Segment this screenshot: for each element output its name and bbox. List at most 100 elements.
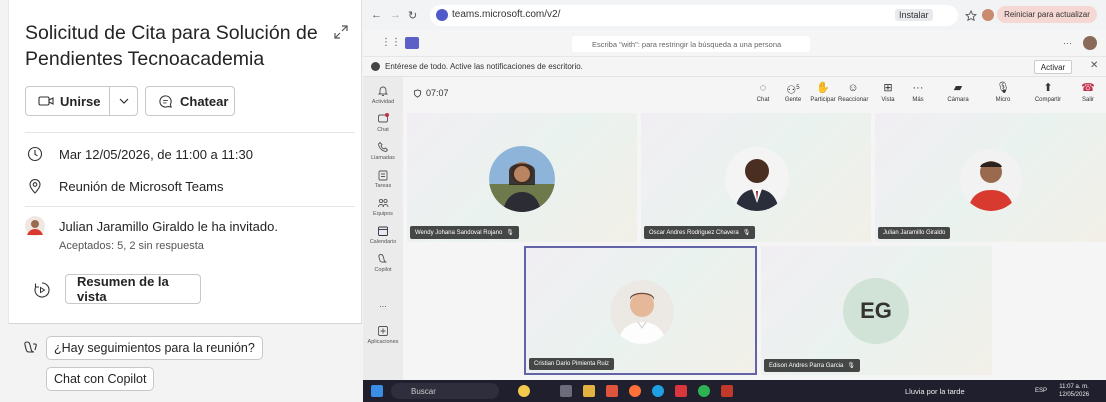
toolbar-label: Vista — [881, 97, 895, 103]
event-datetime: Mar 12/05/2026, de 11:00 a 11:30 — [59, 146, 253, 162]
expand-icon[interactable] — [333, 24, 349, 40]
clock-icon — [25, 144, 45, 164]
back-icon[interactable]: ← — [371, 9, 382, 21]
rail-item-activity[interactable]: Actividad — [363, 85, 403, 105]
calendar-icon — [378, 226, 388, 236]
toolbar-camera[interactable]: ▰ Cámara — [943, 82, 973, 103]
recap-icon — [34, 282, 50, 298]
task-view-icon[interactable] — [560, 385, 572, 397]
rail-item-calendar[interactable]: Calendario — [363, 225, 403, 245]
info-icon — [371, 62, 380, 71]
phone-icon — [378, 141, 389, 152]
rail-label: Llamadas — [371, 155, 395, 161]
participant-avatar — [489, 146, 555, 212]
join-options-dropdown[interactable] — [109, 87, 137, 115]
toolbar-share[interactable]: ⬆ Compartir — [1033, 82, 1063, 103]
rail-item-teams[interactable]: Equipos — [363, 197, 403, 217]
clock[interactable]: 11:07 a. m. 12/05/2026 — [1059, 383, 1089, 399]
toolbar-raise-hand[interactable]: ✋ Participar — [808, 82, 838, 103]
participant-tile[interactable]: Oscar Andres Rodriguez Chavera 🎙 — [641, 113, 871, 242]
toolbar-people[interactable]: ⚇5 Gente — [778, 82, 808, 103]
participant-name: Edison Andres Parra Garcia — [769, 362, 844, 369]
toolbar-react[interactable]: ☺ Reaccionar — [838, 82, 868, 103]
copilot-chat-button[interactable]: Chat con Copilot — [46, 367, 155, 391]
participant-tile[interactable]: Julian Jaramillo Giraldo — [875, 113, 1106, 242]
windows-start-icon[interactable] — [371, 385, 383, 397]
firefox-icon[interactable] — [629, 385, 641, 397]
pdf-reader-icon[interactable] — [675, 385, 687, 397]
weather-widget[interactable]: Lluvia por la tarde — [905, 387, 965, 396]
user-avatar[interactable] — [1083, 36, 1097, 50]
event-card: Solicitud de Cita para Solución de Pendi… — [8, 0, 362, 324]
address-bar[interactable]: teams.microsoft.com/v2/ Instalar — [430, 5, 958, 26]
join-button[interactable]: Unirse — [25, 86, 138, 116]
toolbar-leave[interactable]: ☎ Salir — [1073, 82, 1103, 103]
rail-item-tasks[interactable]: Tareas — [363, 169, 403, 189]
toolbar-label: Reaccionar — [838, 97, 869, 103]
rail-item-copilot[interactable]: Copilot — [363, 253, 403, 273]
people-icon: ⚇5 — [786, 84, 800, 97]
copilot-sparkle-icon[interactable] — [518, 385, 530, 397]
rail-item-chat[interactable]: Chat — [363, 113, 403, 133]
participant-tile[interactable]: Wendy Johana Sandoval Rojano 🎙 — [407, 113, 637, 242]
profile-avatar[interactable] — [982, 9, 994, 21]
brave-browser-icon[interactable] — [606, 385, 618, 397]
emoji-icon: ☺ — [847, 82, 859, 94]
url-text: teams.microsoft.com/v2/ — [452, 9, 561, 20]
view-summary-button[interactable]: Resumen de la vista — [65, 274, 201, 304]
toolbar-label: Participar — [810, 97, 836, 103]
star-icon[interactable] — [965, 9, 977, 22]
app-launcher-icon[interactable]: ⋮⋮ — [381, 37, 401, 49]
teams-header: ⋮⋮ Escriba "with": para restringir la bú… — [363, 30, 1106, 57]
share-screen-icon: ⬆ — [1043, 82, 1053, 94]
teams-app-rail: Actividad Chat Llamadas Tareas Equipos C… — [363, 77, 403, 380]
close-icon[interactable]: ✕ — [1090, 60, 1102, 72]
invite-text: Julian Jaramillo Giraldo le ha invitado. — [59, 218, 278, 234]
activate-notifications-button[interactable]: Activar — [1034, 60, 1072, 74]
chat-button[interactable]: Chatear — [145, 86, 235, 116]
location-pin-icon — [25, 176, 45, 196]
mic-off-icon: 🎙 — [742, 230, 751, 236]
toolbar-more[interactable]: ··· Más — [903, 82, 933, 103]
participant-avatar — [725, 147, 789, 211]
file-explorer-icon[interactable] — [583, 385, 595, 397]
update-label: Reiniciar para actualizar — [1004, 10, 1090, 19]
rail-item-calls[interactable]: Llamadas — [363, 141, 403, 161]
language-indicator[interactable]: ESP — [1035, 388, 1047, 394]
hang-up-icon: ☎ — [1081, 82, 1095, 94]
toolbar-mic[interactable]: 🎙 Micro — [988, 82, 1018, 103]
taskbar-search[interactable]: Buscar — [391, 383, 499, 399]
video-camera-icon — [38, 96, 54, 106]
mic-off-icon: 🎙 — [847, 363, 855, 369]
chevron-down-icon — [119, 98, 129, 104]
powerpoint-icon[interactable] — [721, 385, 733, 397]
toolbar-chat[interactable]: ◌ Chat — [748, 82, 778, 103]
camera-off-icon: ▰ — [953, 82, 963, 94]
notification-banner: Entérese de todo. Active las notificacio… — [363, 57, 1106, 77]
activate-label: Activar — [1040, 62, 1066, 72]
edge-icon[interactable] — [652, 385, 664, 397]
copilot-icon — [378, 254, 387, 263]
participant-avatar — [960, 149, 1022, 211]
chrome-icon[interactable] — [698, 385, 710, 397]
reload-icon[interactable]: ↻ — [408, 9, 417, 22]
event-title: Solicitud de Cita para Solución de Pendi… — [25, 22, 318, 70]
divider — [25, 132, 355, 133]
install-label: Instalar — [899, 10, 929, 20]
participant-tile[interactable]: EG Edison Andres Parra Garcia 🎙 — [761, 246, 992, 375]
toolbar-view[interactable]: ⊞ Vista — [873, 82, 903, 103]
copilot-suggestion-followups[interactable]: ¿Hay seguimientos para la reunión? — [46, 336, 263, 360]
teams-search-input[interactable]: Escriba "with": para restringir la búsqu… — [572, 36, 810, 52]
update-browser-button[interactable]: Reiniciar para actualizar — [997, 6, 1097, 23]
install-app-button[interactable]: Instalar — [895, 9, 933, 21]
search-placeholder: Escriba "with": para restringir la búsqu… — [592, 39, 782, 49]
participant-tile-active-speaker[interactable]: Cristian Dario Pimienta Ruiz — [524, 246, 757, 375]
rail-more-apps[interactable]: ... — [363, 299, 403, 309]
more-options-icon[interactable]: ··· — [1063, 38, 1075, 50]
forward-icon[interactable]: → — [390, 9, 401, 21]
join-main[interactable]: Unirse — [26, 87, 109, 115]
rail-item-apps[interactable]: Aplicaciones — [363, 325, 403, 345]
add-apps-icon — [378, 326, 388, 336]
event-datetime-row: Mar 12/05/2026, de 11:00 a 11:30 — [25, 144, 253, 164]
meeting-stage: 07:07 ◌ Chat ⚇5 Gente ✋ Participar ☺ Reaccio… — [403, 77, 1106, 380]
